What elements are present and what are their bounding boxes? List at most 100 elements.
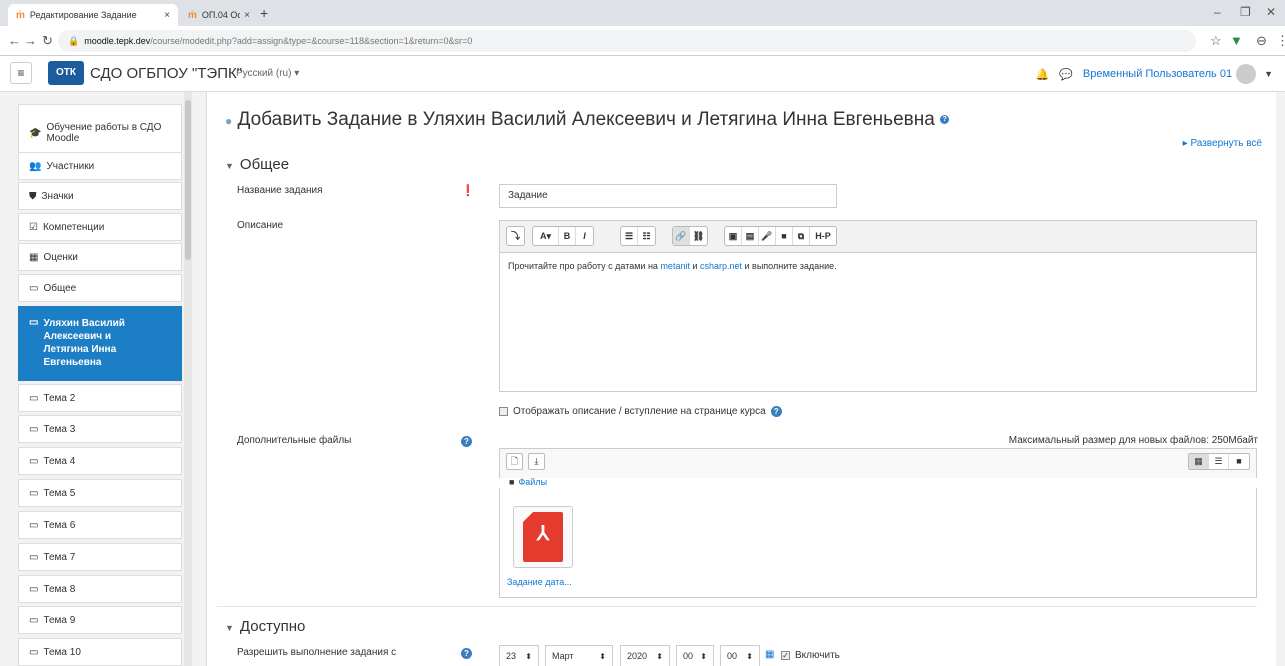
link-icon[interactable]: 🔗 [673, 227, 690, 245]
site-logo[interactable]: ОТК [48, 61, 84, 85]
unlink-icon[interactable]: ⛓ [690, 227, 707, 245]
bold-button[interactable]: B [559, 227, 576, 245]
select-value: 00 [727, 651, 738, 661]
sidebar-item-topic-10[interactable]: ▭ Тема 10 [18, 638, 182, 666]
checkbox-box[interactable]: ✓ [781, 651, 790, 660]
back-icon[interactable]: ← [8, 33, 21, 48]
file-picker-toolbar: 🗋 ⤓ ▦ ☰ ■ [499, 448, 1257, 478]
sidebar-item-label: Тема 5 [43, 487, 76, 499]
section-title: Общее [239, 156, 290, 173]
close-window-icon[interactable]: ✕ [1266, 5, 1276, 19]
sidebar-item-topic-7[interactable]: ▭ Тема 7 [18, 543, 182, 571]
editor-toolbar: ⤵ A▾ B I ☰ ☷ 🔗 ⛓ ▣ ▤ 🎤 ■ ⧉ H-P [499, 220, 1257, 252]
sidebar-item-badges[interactable]: ⛊ Значки [18, 182, 182, 210]
minute-select[interactable]: 00 ⬍ [720, 645, 760, 666]
calendar-icon[interactable]: ▦ [765, 649, 774, 660]
file-picker-area[interactable] [499, 488, 1257, 598]
sidebar-item-grades[interactable]: ▦ Оценки [18, 243, 182, 271]
sidebar-item-general[interactable]: ▭ Общее [18, 274, 182, 302]
message-icon[interactable]: 💬 [1059, 68, 1073, 81]
h5p-button[interactable]: H-P [810, 227, 836, 245]
select-value: 2020 [627, 651, 648, 661]
pdf-file-icon[interactable]: ⅄ [513, 506, 573, 568]
chevron-down-icon[interactable]: ▼ [1264, 69, 1273, 79]
sidebar-item-label: Общее [43, 282, 77, 294]
star-icon[interactable]: ☆ [1210, 33, 1222, 49]
drawer-scrollbar-thumb[interactable] [185, 100, 191, 260]
moodle-icon: ṁ [188, 9, 197, 21]
list-view-icon[interactable]: ☰ [1209, 454, 1229, 469]
media-icon[interactable]: ▤ [742, 227, 759, 245]
italic-button[interactable]: I [576, 227, 593, 245]
close-icon[interactable]: × [164, 10, 170, 21]
content-scrollbar[interactable] [1276, 92, 1285, 666]
hour-select[interactable]: 00 ⬍ [676, 645, 714, 666]
section-availability-header[interactable]: ▼ Доступно [225, 618, 305, 635]
browser-tab-course[interactable]: ṁ ОП.04 Основы алгоритмизации × [180, 4, 258, 26]
description-editor[interactable]: Прочитайте про работу с датами на metani… [499, 252, 1257, 392]
tree-view-icon[interactable]: ■ [1229, 454, 1249, 469]
profile-icon[interactable]: ⊖ [1256, 33, 1267, 49]
language-menu[interactable]: Русский (ru) ▾ [236, 68, 299, 79]
sidebar-item-topic-2[interactable]: ▭ Тема 2 [18, 384, 182, 412]
sidebar-item-topic-6[interactable]: ▭ Тема 6 [18, 511, 182, 539]
sidebar-item-topic-3[interactable]: ▭ Тема 3 [18, 415, 182, 443]
sidebar-item-topic-5[interactable]: ▭ Тема 5 [18, 479, 182, 507]
sidebar-item-topic-4[interactable]: ▭ Тема 4 [18, 447, 182, 475]
hamburger-menu-icon[interactable]: ≡ [10, 62, 32, 84]
select-arrow-icon: ⬍ [700, 651, 707, 661]
sidebar-item-label: Тема 4 [43, 455, 76, 467]
file-name[interactable]: Задание дата... [507, 577, 572, 587]
help-icon[interactable]: ? [940, 115, 950, 125]
help-icon[interactable]: ? [461, 436, 472, 447]
video-icon[interactable]: ■ [776, 227, 793, 245]
day-select[interactable]: 23 ⬍ [499, 645, 539, 666]
toolbar-group-collapse: ⤵ [506, 226, 525, 246]
user-name[interactable]: Временный Пользователь 01 [1083, 68, 1232, 80]
sidebar-item-topic-8[interactable]: ▭ Тема 8 [18, 575, 182, 603]
show-description-checkbox[interactable]: Отображать описание / вступление на стра… [499, 406, 782, 417]
show-more-icon[interactable]: ⤵ [507, 227, 524, 245]
image-icon[interactable]: ▣ [725, 227, 742, 245]
site-name[interactable]: СДО ОГБПОУ "ТЭПК" [90, 65, 242, 82]
month-select[interactable]: Март ⬍ [545, 645, 613, 666]
help-icon[interactable]: ? [770, 406, 782, 417]
metanit-link[interactable]: metanit [660, 261, 690, 271]
unordered-list-icon[interactable]: ☰ [621, 227, 638, 245]
year-select[interactable]: 2020 ⬍ [620, 645, 670, 666]
section-general-header[interactable]: ▼ Общее [225, 156, 289, 173]
minimize-icon[interactable]: – [1214, 5, 1221, 19]
browser-tab-edit-assignment[interactable]: ṁ Редактирование Задание × [8, 4, 178, 26]
sidebar-item-current-section[interactable]: ▭ Уляхин Василий Алексеевич и Летягина И… [18, 306, 182, 381]
checkbox-box[interactable] [499, 407, 508, 416]
enable-date-checkbox[interactable]: ✓ Включить [781, 650, 840, 661]
paragraph-style-button[interactable]: A▾ [533, 227, 559, 245]
bell-icon[interactable]: 🔔 [1035, 68, 1049, 81]
help-icon[interactable]: ? [461, 648, 472, 659]
grid-view-icon[interactable]: ▦ [1189, 454, 1209, 469]
address-bar[interactable]: 🔒 moodle.tepk.dev /course/modedit.php?ad… [58, 30, 1196, 52]
sidebar-item-participants[interactable]: 👥 Участники [18, 152, 182, 180]
divider [217, 606, 1257, 607]
microphone-icon[interactable]: 🎤 [759, 227, 776, 245]
menu-dots-icon[interactable]: ⋮ [1276, 33, 1285, 49]
files-breadcrumb[interactable]: ■ Файлы [509, 477, 547, 487]
forward-icon[interactable]: → [24, 33, 37, 48]
expand-all-link[interactable]: ▸ Развернуть всё [1183, 138, 1262, 149]
avatar[interactable] [1236, 64, 1257, 84]
sidebar-item-label: Тема 6 [43, 519, 76, 531]
reload-icon[interactable]: ↻ [42, 33, 53, 49]
shield-extension-icon[interactable]: ▼ [1230, 33, 1243, 48]
ordered-list-icon[interactable]: ☷ [638, 227, 655, 245]
sidebar-item-topic-9[interactable]: ▭ Тема 9 [18, 606, 182, 634]
manage-files-icon[interactable]: ⧉ [793, 227, 810, 245]
new-tab-button[interactable]: + [260, 5, 268, 21]
tab-title: Редактирование Задание [29, 10, 137, 20]
csharp-link[interactable]: csharp.net [700, 261, 742, 271]
assignment-name-input[interactable]: Задание [499, 184, 837, 208]
maximize-icon[interactable]: ❐ [1240, 5, 1251, 19]
add-file-icon[interactable]: 🗋 [506, 453, 523, 470]
sidebar-item-competencies[interactable]: ☑ Компетенции [18, 213, 182, 241]
download-icon[interactable]: ⤓ [528, 453, 545, 470]
close-icon[interactable]: × [244, 10, 250, 21]
